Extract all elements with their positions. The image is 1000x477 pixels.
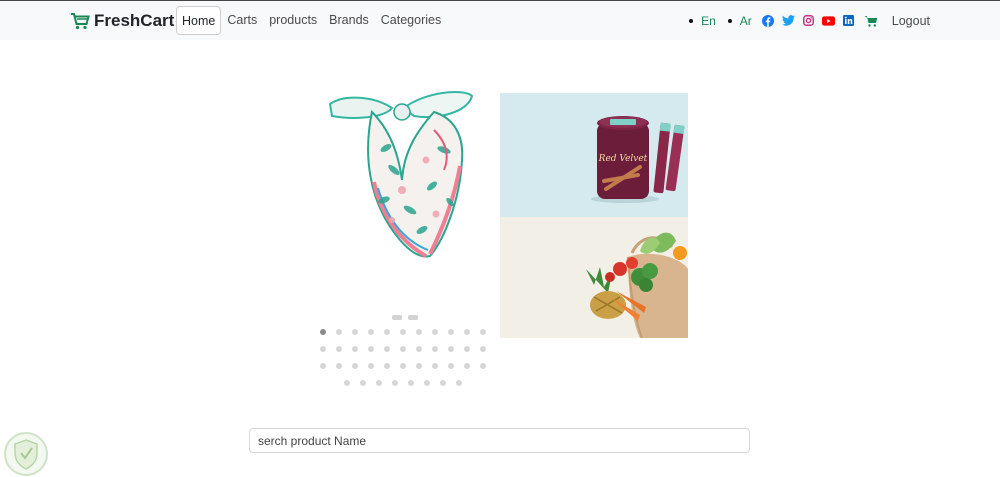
slider-dot[interactable]: [416, 363, 422, 369]
slider-dot[interactable]: [480, 346, 486, 352]
wafer-rolls-image: Red Velvet: [591, 116, 685, 203]
grocery-bag-image: [586, 232, 688, 338]
navbar: FreshCart Home Carts products Brands Cat…: [0, 1, 1000, 40]
cart-icon[interactable]: [864, 15, 878, 27]
slider-dot[interactable]: [400, 363, 406, 369]
page: FreshCart Home Carts products Brands Cat…: [0, 0, 1000, 477]
list-bullet: [689, 18, 694, 23]
cart-logo-icon: [71, 13, 90, 30]
instagram-icon[interactable]: [802, 15, 814, 26]
list-bullet: [727, 18, 732, 23]
slider-dot[interactable]: [416, 346, 422, 352]
slider-dot[interactable]: [400, 346, 406, 352]
slider-dot[interactable]: [416, 329, 422, 335]
slider-dot[interactable]: [320, 363, 326, 369]
shield-watermark-icon: [4, 432, 48, 476]
slider-dot[interactable]: [432, 363, 438, 369]
slider-dot[interactable]: [320, 329, 326, 335]
logout-link[interactable]: Logout: [892, 14, 930, 28]
nav-links: Home Carts products Brands Categories: [176, 6, 447, 35]
slider-dot[interactable]: [392, 380, 398, 386]
youtube-icon[interactable]: [821, 15, 835, 26]
slider-dot[interactable]: [480, 329, 486, 335]
slider-dot[interactable]: [336, 363, 342, 369]
slider-dot[interactable]: [456, 380, 462, 386]
nav-carts[interactable]: Carts: [221, 6, 263, 35]
slider-dot[interactable]: [432, 346, 438, 352]
twitter-icon[interactable]: [781, 15, 795, 26]
slider-dot[interactable]: [336, 346, 342, 352]
slider-dot[interactable]: [368, 329, 374, 335]
nav-categories[interactable]: Categories: [375, 6, 447, 35]
scarf-product-image: [328, 91, 474, 258]
slider-dot[interactable]: [408, 380, 414, 386]
slider-dot[interactable]: [368, 363, 374, 369]
nav-brands[interactable]: Brands: [323, 6, 375, 35]
slider-dot[interactable]: [400, 329, 406, 335]
brand-name: FreshCart: [94, 11, 175, 30]
slider-dot[interactable]: [448, 329, 454, 335]
linkedin-icon[interactable]: [842, 15, 854, 26]
slider-dot[interactable]: [384, 346, 390, 352]
slider-dot[interactable]: [320, 346, 326, 352]
slider-dot[interactable]: [464, 363, 470, 369]
slider-dot[interactable]: [384, 363, 390, 369]
slider-dot[interactable]: [424, 380, 430, 386]
lang-en[interactable]: En: [701, 14, 716, 28]
search-input[interactable]: [249, 428, 750, 453]
slider-next-button[interactable]: [408, 315, 418, 320]
nav-home[interactable]: Home: [176, 6, 222, 35]
slider-prev-button[interactable]: [392, 315, 402, 320]
slider-dot[interactable]: [352, 329, 358, 335]
brand-logo[interactable]: FreshCart: [70, 10, 174, 32]
wafer-brand-label: Red Velvet: [598, 154, 648, 164]
slider-dot[interactable]: [448, 346, 454, 352]
slider-dot[interactable]: [360, 380, 366, 386]
slider-dot[interactable]: [384, 329, 390, 335]
slider-controls: [392, 315, 418, 320]
slider-dot[interactable]: [464, 346, 470, 352]
facebook-icon[interactable]: [761, 14, 774, 27]
slider-dot[interactable]: [376, 380, 382, 386]
slider-dot[interactable]: [368, 346, 374, 352]
lang-ar[interactable]: Ar: [740, 14, 752, 28]
slider-dot[interactable]: [432, 329, 438, 335]
nav-products[interactable]: products: [263, 6, 323, 35]
slider-dot[interactable]: [448, 363, 454, 369]
side-image-top[interactable]: Red Velvet: [500, 93, 688, 217]
slider-dot[interactable]: [336, 329, 342, 335]
side-image-bottom[interactable]: [500, 217, 688, 338]
slider-dot[interactable]: [480, 363, 486, 369]
slider-dot[interactable]: [344, 380, 350, 386]
slider-dot[interactable]: [464, 329, 470, 335]
nav-right: En Ar Logout: [683, 6, 930, 35]
slider-dot[interactable]: [352, 346, 358, 352]
slider-dot[interactable]: [440, 380, 446, 386]
main-slider-image[interactable]: [314, 90, 500, 266]
slider-dot[interactable]: [352, 363, 358, 369]
